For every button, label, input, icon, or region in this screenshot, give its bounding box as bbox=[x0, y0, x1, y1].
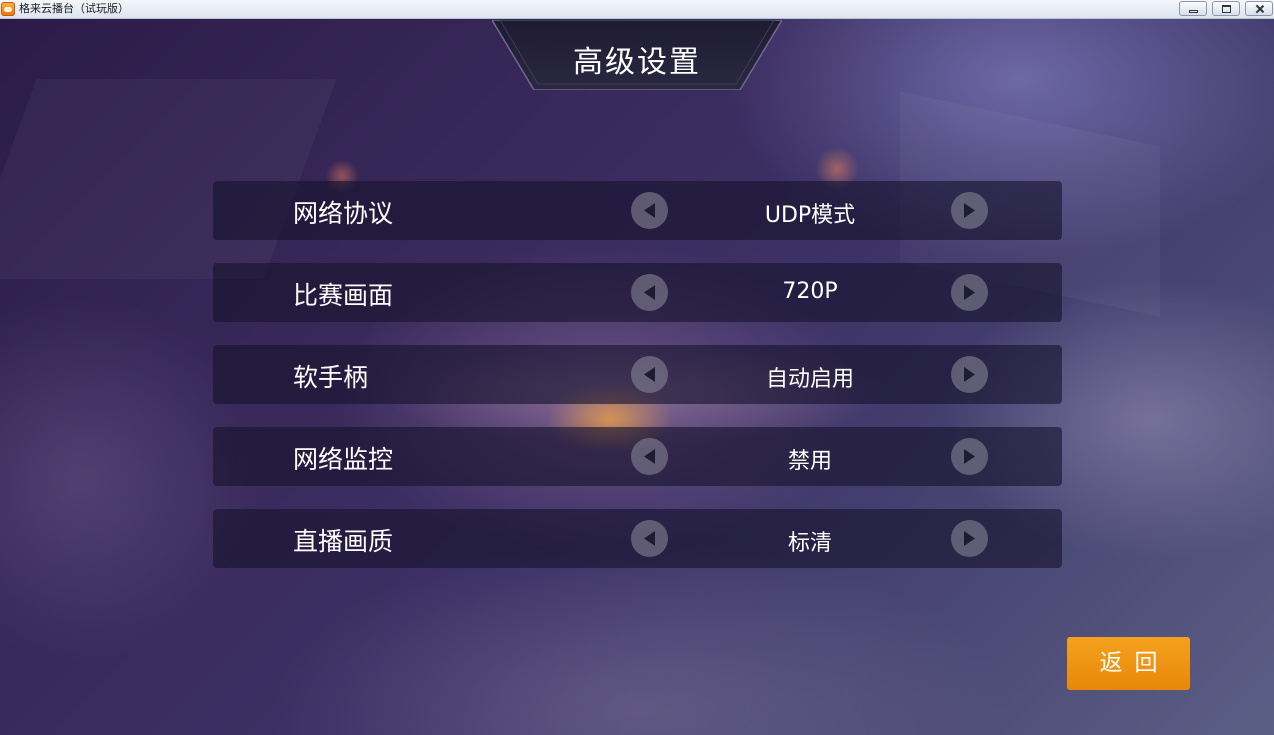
previous-option-button[interactable] bbox=[631, 438, 668, 475]
page-title: 高级设置 bbox=[573, 45, 701, 80]
left-arrow-icon bbox=[644, 203, 655, 218]
setting-label: 网络协议 bbox=[293, 199, 394, 228]
setting-row-match-video: 比赛画面 720P bbox=[213, 263, 1062, 322]
right-arrow-icon bbox=[964, 203, 975, 218]
setting-row-network-protocol: 网络协议 UDP模式 bbox=[213, 181, 1062, 240]
next-option-button[interactable] bbox=[951, 192, 988, 229]
right-arrow-icon bbox=[964, 449, 975, 464]
left-arrow-icon bbox=[644, 449, 655, 464]
header-tab: 高级设置 bbox=[492, 20, 782, 90]
previous-option-button[interactable] bbox=[631, 356, 668, 393]
right-arrow-icon bbox=[964, 285, 975, 300]
setting-row-soft-gamepad: 软手柄 自动启用 bbox=[213, 345, 1062, 404]
previous-option-button[interactable] bbox=[631, 274, 668, 311]
setting-value: 标清 bbox=[787, 531, 832, 556]
previous-option-button[interactable] bbox=[631, 520, 668, 557]
setting-value: 720P bbox=[782, 279, 838, 304]
next-option-button[interactable] bbox=[951, 438, 988, 475]
next-option-button[interactable] bbox=[951, 274, 988, 311]
settings-list: 网络协议 UDP模式 比赛画面 720P 软手柄 自动启用 网络监控 禁用 直播… bbox=[213, 181, 1062, 591]
setting-value: 禁用 bbox=[787, 449, 832, 474]
setting-label: 比赛画面 bbox=[293, 281, 394, 310]
left-arrow-icon bbox=[644, 367, 655, 382]
next-option-button[interactable] bbox=[951, 520, 988, 557]
setting-row-stream-quality: 直播画质 标清 bbox=[213, 509, 1062, 568]
left-arrow-icon bbox=[644, 285, 655, 300]
minimize-button[interactable] bbox=[1179, 1, 1207, 16]
setting-row-network-monitor: 网络监控 禁用 bbox=[213, 427, 1062, 486]
right-arrow-icon bbox=[964, 531, 975, 546]
setting-value: UDP模式 bbox=[764, 203, 856, 228]
maximize-button[interactable] bbox=[1212, 1, 1240, 16]
right-arrow-icon bbox=[964, 367, 975, 382]
setting-label: 直播画质 bbox=[293, 527, 394, 556]
setting-label: 网络监控 bbox=[293, 445, 394, 474]
previous-option-button[interactable] bbox=[631, 192, 668, 229]
window-title: 格来云播台（试玩版） bbox=[19, 2, 129, 15]
back-button[interactable]: 返回 bbox=[1067, 637, 1190, 690]
setting-label: 软手柄 bbox=[293, 363, 369, 392]
title-bar: 格来云播台（试玩版） bbox=[0, 0, 1274, 19]
next-option-button[interactable] bbox=[951, 356, 988, 393]
app-logo-icon bbox=[1, 2, 15, 16]
setting-value: 自动启用 bbox=[765, 367, 854, 392]
close-button[interactable] bbox=[1245, 1, 1273, 16]
left-arrow-icon bbox=[644, 531, 655, 546]
app-window: 格来云播台（试玩版） 高级设置 网络协议 UDP模式 比赛画面 720P 软手柄… bbox=[0, 0, 1274, 735]
